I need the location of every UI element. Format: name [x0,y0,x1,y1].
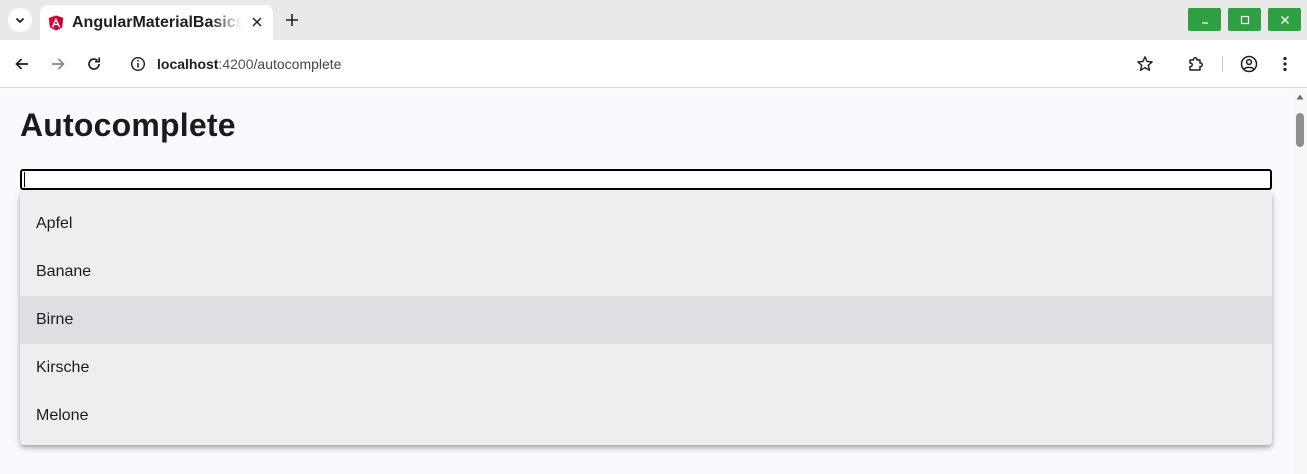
autocomplete-option[interactable]: Melone [20,392,1272,440]
plus-icon [286,14,298,26]
chevron-down-icon [15,17,25,24]
tab-close-button[interactable] [249,14,265,30]
reload-icon [88,57,101,70]
autocomplete-option-active[interactable]: Birne [20,296,1272,344]
autocomplete-option[interactable]: Apfel [20,200,1272,248]
minimize-icon [1201,21,1208,24]
star-icon[interactable] [1136,55,1154,73]
minimize-window-button[interactable] [1188,8,1221,31]
autocomplete-input[interactable] [20,169,1272,190]
autocomplete-option[interactable]: Kirsche [20,344,1272,392]
new-tab-button[interactable] [282,10,302,30]
page-scrollbar[interactable] [1293,89,1307,474]
option-label: Apfel [36,215,73,232]
option-label: Melone [36,407,89,424]
browser-toolbar: localhost:4200/autocomplete [0,40,1307,88]
scroll-up-button[interactable] [1296,93,1304,101]
url-host: localhost [157,56,219,72]
option-label: Banane [36,263,92,280]
url-port: :4200 [218,56,254,72]
kebab-menu-icon [1283,56,1287,72]
reload-button[interactable] [82,52,106,76]
arrow-right-icon [52,58,65,70]
toolbar-separator [1222,56,1223,72]
back-button[interactable] [10,52,34,76]
text-caret [24,172,25,187]
close-icon [252,17,262,27]
profile-icon [1240,55,1258,73]
scrollbar-thumb[interactable] [1296,113,1304,147]
info-icon[interactable] [130,56,146,72]
autocomplete-option[interactable]: Banane [20,248,1272,296]
maximize-icon [1240,15,1249,24]
tab-strip: AngularMaterialBasics [0,0,1307,40]
tab-search-button[interactable] [8,8,32,32]
browser-menu-button[interactable] [1273,52,1297,76]
autocomplete-panel: Apfel Banane Birne Kirsche Melone [20,192,1272,445]
url-text: localhost:4200/autocomplete [157,56,341,72]
address-bar[interactable]: localhost:4200/autocomplete [120,46,1168,82]
page-title: Autocomplete [20,107,236,143]
maximize-window-button[interactable] [1228,8,1261,31]
tab-title: AngularMaterialBasics [72,13,242,31]
triangle-up-icon [1296,94,1304,100]
option-label: Kirsche [36,359,90,376]
puzzle-icon [1189,57,1203,71]
url-path: /autocomplete [253,56,342,72]
extensions-button[interactable] [1184,52,1208,76]
angular-icon [48,15,64,30]
page-content: Autocomplete Apfel Banane Birne Kirsche … [0,89,1293,474]
close-icon [1280,15,1289,24]
arrow-left-icon [15,58,28,70]
profile-button[interactable] [1237,52,1261,76]
option-label: Birne [36,311,74,328]
forward-button[interactable] [46,52,70,76]
close-window-button[interactable] [1268,8,1301,31]
browser-tab[interactable]: AngularMaterialBasics [40,5,273,40]
